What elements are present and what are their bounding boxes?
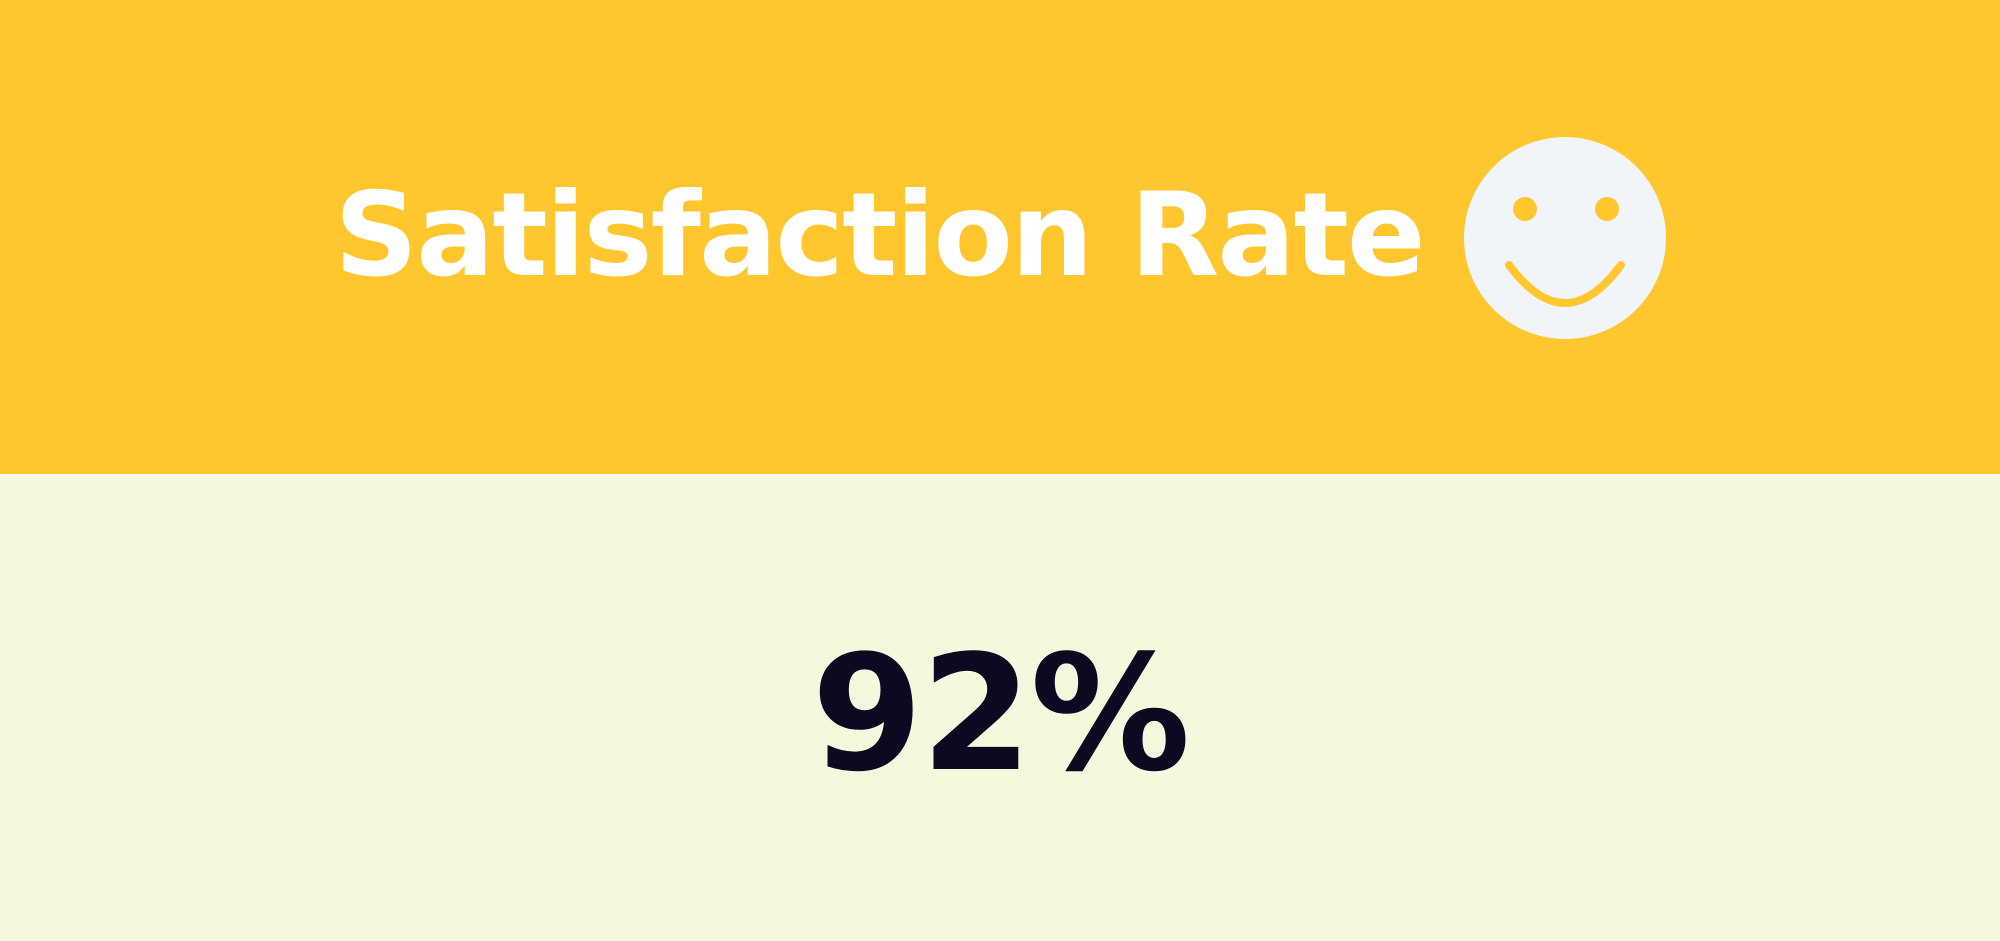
satisfaction-card: Satisfaction Rate 92% — [0, 0, 2000, 941]
card-header: Satisfaction Rate — [0, 0, 2000, 474]
smiley-right-eye — [1594, 196, 1619, 221]
smiley-face-background — [1463, 136, 1666, 339]
card-body: 92% — [0, 476, 2000, 941]
smiley-left-eye — [1512, 196, 1537, 221]
satisfaction-value: 92% — [811, 619, 1191, 807]
card-title: Satisfaction Rate — [334, 168, 1425, 303]
smiley-face-icon — [1463, 136, 1666, 339]
